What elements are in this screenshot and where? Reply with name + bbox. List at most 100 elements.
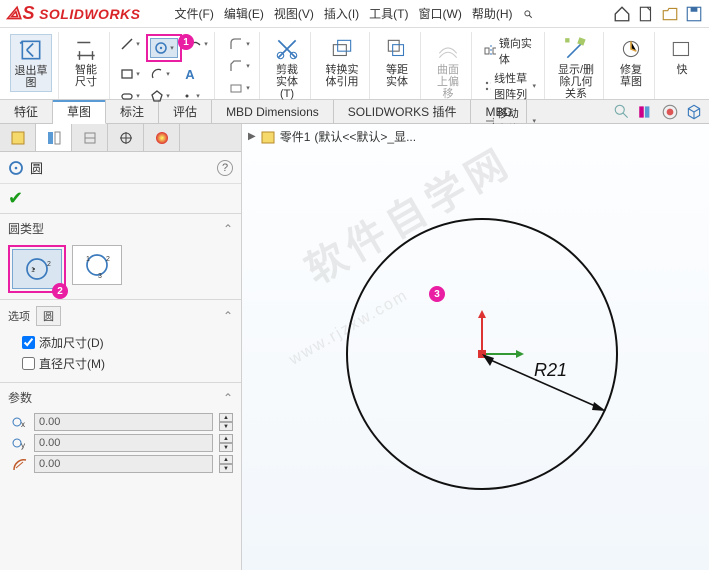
arc-tool-button[interactable] (146, 64, 174, 84)
tab-sw-addins[interactable]: SOLIDWORKS 插件 (334, 100, 472, 123)
param-r-input[interactable] (34, 455, 213, 473)
circle-tool-button[interactable] (150, 38, 178, 58)
center-circle-option[interactable]: 12 (12, 249, 62, 289)
smart-dimension-button[interactable]: 智能尺寸 (69, 34, 103, 90)
exit-sketch-icon (18, 37, 44, 63)
pm-tab-feature-tree[interactable] (0, 124, 36, 151)
open-icon[interactable] (661, 5, 679, 23)
ribbon-trim-group: 剪裁实体(T) (264, 32, 311, 99)
diameter-dimension-checkbox[interactable]: 直径尺寸(M) (22, 355, 233, 372)
new-doc-icon[interactable] (637, 5, 655, 23)
perimeter-circle-option[interactable]: 123 (72, 245, 122, 285)
search-small-icon[interactable] (613, 103, 631, 121)
exit-sketch-button[interactable]: 退出草图 (10, 34, 52, 92)
text-tool-button[interactable]: A (176, 64, 204, 84)
collapse-icon: ⌃ (223, 222, 233, 236)
pm-help-button[interactable]: ? (217, 160, 233, 176)
linear-pattern-button[interactable]: 线性草图阵列▾ (482, 69, 538, 103)
sketch-circle[interactable]: R21 (322, 184, 642, 504)
param-cy-input[interactable] (34, 434, 213, 452)
pm-section-circle-type: 圆类型 ⌃ 12 2 123 (0, 213, 241, 299)
menu-insert[interactable]: 插入(I) (320, 5, 363, 23)
graphics-area[interactable]: ▶ 零件1 (默认<<默认>_显... 软件自学网 www.rjzxw.com (242, 124, 709, 570)
param-cy-spinner[interactable]: ▲▼ (219, 434, 233, 452)
menu-help[interactable]: 帮助(H) (468, 5, 517, 23)
radius-dimension[interactable]: R21 (482, 354, 606, 411)
menu-view[interactable]: 视图(V) (270, 5, 318, 23)
mirror-entities-button[interactable]: 镜向实体 (482, 34, 538, 68)
convert-entities-button[interactable]: 转换实体引用 (321, 34, 363, 90)
relations-icon (563, 36, 589, 62)
quick-button[interactable]: 快 (665, 34, 699, 78)
param-cx-row: x ▲▼ (12, 413, 233, 431)
slot-tool-button[interactable] (116, 86, 144, 106)
trim-entities-button[interactable]: 剪裁实体(T) (270, 34, 304, 102)
annotation-badge-3: 3 (429, 286, 445, 302)
fillet-button[interactable] (225, 34, 253, 54)
ribbon: 退出草图 智能尺寸 1 A (0, 28, 709, 100)
collapse-icon: ⌃ (223, 309, 233, 323)
plane-button[interactable] (225, 78, 253, 98)
param-cx-input[interactable] (34, 413, 213, 431)
param-r-icon (12, 456, 28, 472)
rect-tool-button[interactable] (116, 64, 144, 84)
param-r-row: ▲▼ (12, 455, 233, 473)
pm-tab-property[interactable] (36, 124, 72, 151)
tab-sketch[interactable]: 草图 (53, 100, 106, 124)
menu-window[interactable]: 窗口(W) (415, 5, 466, 23)
menu-edit[interactable]: 编辑(E) (220, 5, 268, 23)
repair-label: 修复草图 (616, 64, 646, 88)
show-relations-button[interactable]: 显示/删除几何关系 (555, 34, 597, 102)
line-tool-button[interactable] (116, 34, 144, 54)
titlebar-right (613, 5, 703, 23)
pm-params-header[interactable]: 参数 ⌃ (8, 389, 233, 410)
offset-entities-button[interactable]: 等距实体 (380, 34, 414, 90)
pm-tab-dimxpert[interactable] (108, 124, 144, 151)
menu-tools[interactable]: 工具(T) (365, 5, 412, 23)
home-icon[interactable] (613, 5, 631, 23)
feature-breadcrumb[interactable]: ▶ 零件1 (默认<<默认>_显... (248, 128, 416, 145)
smart-dim-label: 智能尺寸 (71, 64, 101, 88)
option-circle-radio[interactable]: 圆 (36, 306, 61, 326)
repair-sketch-button[interactable]: 修复草图 (614, 34, 648, 90)
radius-label: R21 (534, 360, 567, 380)
appearance-icon[interactable] (661, 103, 679, 121)
add-dimension-checkbox[interactable]: 添加尺寸(D) (22, 334, 233, 351)
ribbon-repair-group: 修复草图 (608, 32, 655, 99)
param-cx-spinner[interactable]: ▲▼ (219, 413, 233, 431)
polygon-tool-button[interactable] (146, 86, 174, 106)
tabs-right-tools (613, 100, 709, 123)
chamfer-button[interactable] (225, 56, 253, 76)
svg-text:1: 1 (86, 256, 90, 263)
circle-type-highlight: 12 2 (8, 245, 66, 293)
pm-ok-button[interactable]: ✔ (0, 184, 241, 213)
books-icon[interactable] (637, 103, 655, 121)
pm-header: 圆 ? (0, 152, 241, 184)
ribbon-offset-group: 等距实体 (374, 32, 421, 99)
menu-search-icon[interactable] (519, 5, 537, 23)
save-icon[interactable] (685, 5, 703, 23)
menu-file[interactable]: 文件(F) (171, 5, 218, 23)
svg-text:x: x (21, 420, 25, 429)
convert-label: 转换实体引用 (323, 64, 361, 88)
trim-label: 剪裁实体(T) (272, 64, 302, 100)
pm-options-header[interactable]: 选项圆 ⌃ (8, 306, 233, 330)
tab-mbd-dim[interactable]: MBD Dimensions (212, 100, 334, 123)
app-name: SOLIDWORKS (39, 6, 140, 22)
surface-offset-button[interactable]: 曲面上偏移 (431, 34, 465, 102)
tab-features[interactable]: 特征 (0, 100, 53, 123)
quick-label: 快 (677, 64, 688, 76)
pm-circle-type-header[interactable]: 圆类型 ⌃ (8, 220, 233, 241)
offset-label: 等距实体 (382, 64, 412, 88)
ribbon-sketch-tools-group: 1 A (114, 32, 215, 99)
part-icon (260, 129, 276, 145)
breadcrumb-expand-icon[interactable]: ▶ (248, 131, 256, 142)
circle-tool-highlight: 1 (146, 34, 182, 62)
title-bar: ⟁S SOLIDWORKS 文件(F) 编辑(E) 视图(V) 插入(I) 工具… (0, 0, 709, 28)
pm-tab-display[interactable] (144, 124, 180, 151)
point-tool-button[interactable] (176, 86, 204, 106)
cube-icon[interactable] (685, 103, 703, 121)
pm-tab-config[interactable] (72, 124, 108, 151)
param-r-spinner[interactable]: ▲▼ (219, 455, 233, 473)
svg-text:y: y (21, 441, 25, 450)
